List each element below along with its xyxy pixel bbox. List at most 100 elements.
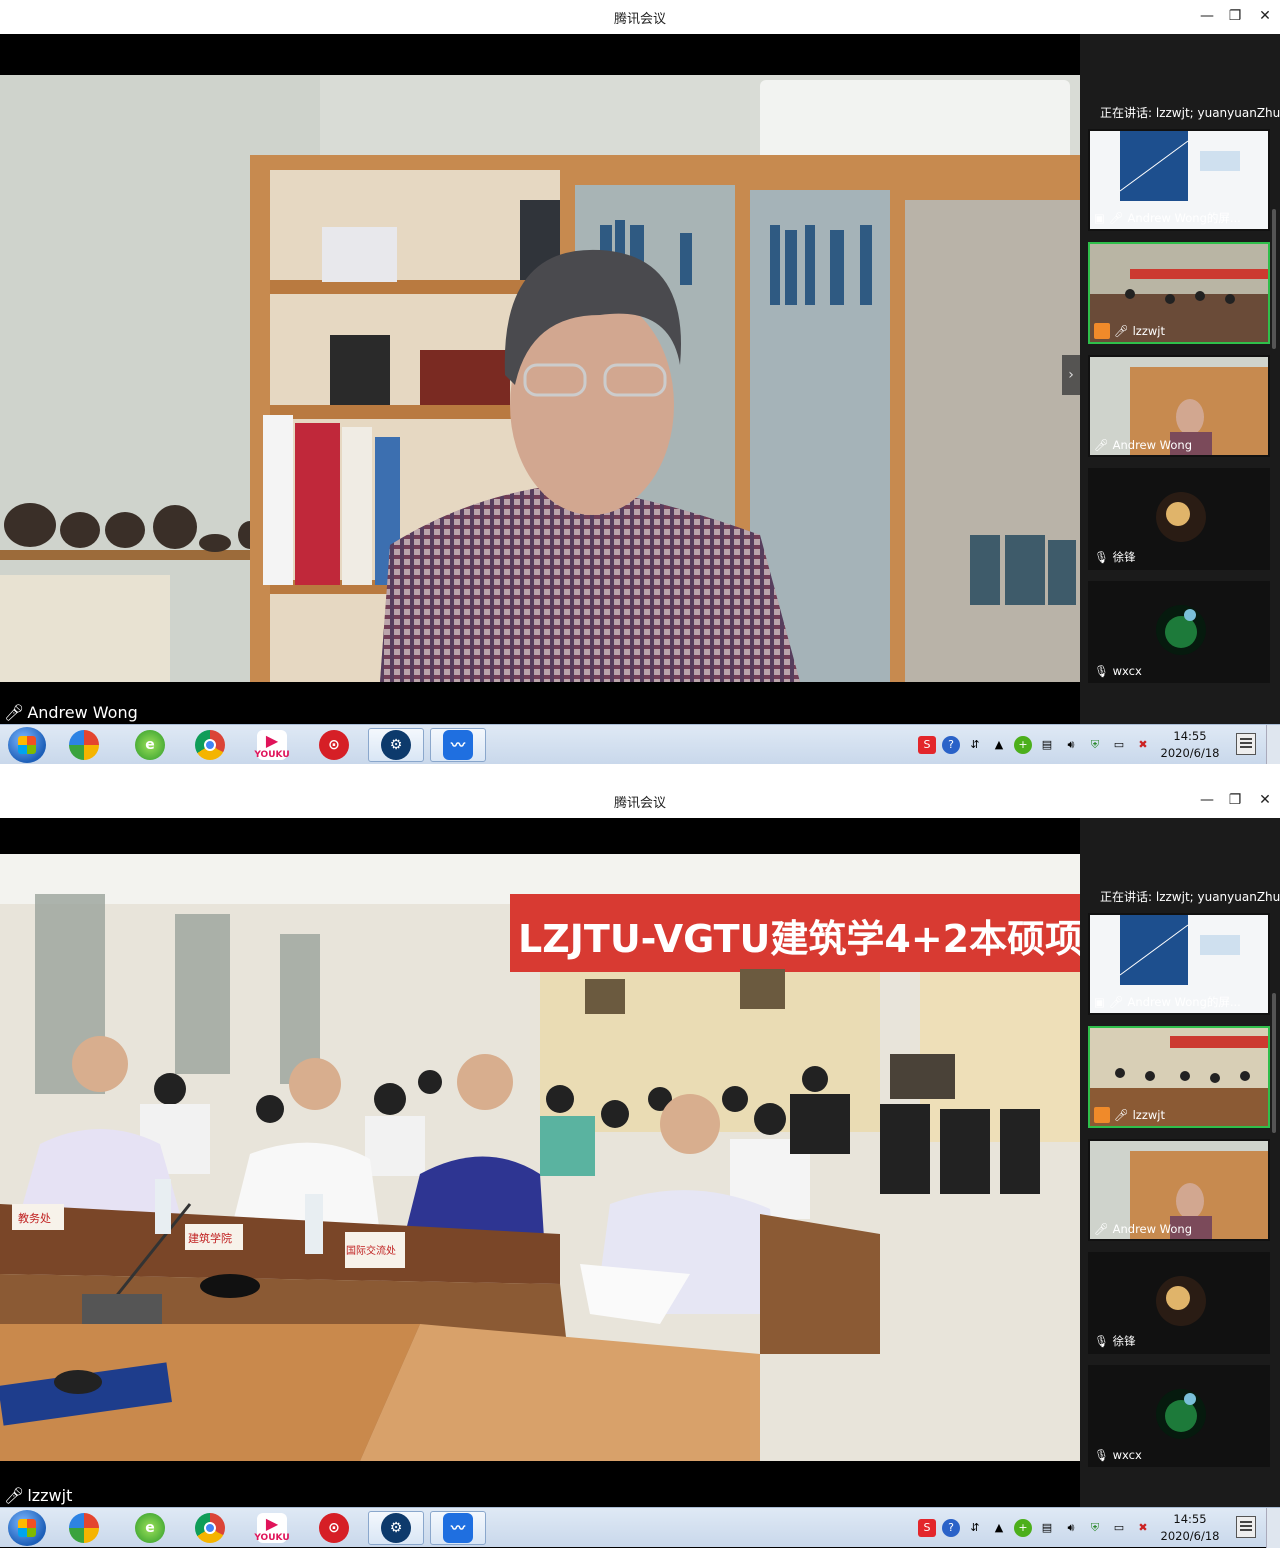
- speaking-indicator: 正在讲话: lzzwjt; yuanyuanZhu;: [1100, 890, 1280, 904]
- participant-sidebar: 正在讲话: lzzwjt; yuanyuanZhu; ▣ 🎤︎ Andrew Won…: [1080, 818, 1280, 1508]
- microphone-icon: 🎤︎: [4, 702, 25, 722]
- system-tray: S ? ⇵ ▲ + ▤ 🔊︎ ⛨ ▭ ✖: [918, 733, 1152, 757]
- system-clock[interactable]: 14:55 2020/6/18: [1160, 1511, 1220, 1545]
- speaking-indicator: 正在讲话: lzzwjt; yuanyuanZhu;: [1100, 106, 1280, 120]
- windows-logo-icon: [18, 736, 36, 754]
- security-plus-icon[interactable]: +: [1014, 1519, 1032, 1537]
- 360-browser-icon: e: [135, 730, 165, 760]
- window-title: 腾讯会议: [613, 796, 666, 811]
- meeting-screenshot-1: 腾讯会议 — ❐ ✕ › 🎤︎ Andrew Wong 正在讲话: lzzwjt…: [0, 0, 1280, 765]
- start-button[interactable]: [8, 1510, 46, 1546]
- taskbar-netease-music[interactable]: ⊙: [306, 728, 362, 762]
- participant-tile-wxcx[interactable]: 🎙︎ wxcx: [1088, 1365, 1270, 1467]
- placard-3: 国际交流处: [346, 1244, 396, 1257]
- microphone-icon: 🎤︎: [4, 1486, 25, 1505]
- participant-tile-lzzwjt[interactable]: 🎤︎ lzzwjt: [1088, 242, 1270, 344]
- youku-icon: ▶ YOUKU: [254, 1513, 290, 1543]
- close-button[interactable]: ✕: [1254, 790, 1276, 810]
- participant-tile-xufeng[interactable]: 🎙︎ 徐锋: [1088, 1252, 1270, 1354]
- restore-button[interactable]: ❐: [1224, 6, 1246, 26]
- participant-tile-andrew[interactable]: 🎤︎ Andrew Wong: [1088, 355, 1270, 457]
- taskbar-youku[interactable]: ▶ YOUKU: [244, 728, 300, 762]
- tencent-video-icon: ⚙: [381, 730, 411, 760]
- taskbar-tencent-meeting[interactable]: 〰: [430, 728, 486, 762]
- start-button[interactable]: [8, 727, 46, 763]
- main-video-conference-room[interactable]: LZJTU-VGTU建筑学4+2本硕项目宣讲会: [0, 854, 1088, 1461]
- taskbar-360-browser[interactable]: e: [122, 1511, 178, 1545]
- taskbar-chrome[interactable]: [182, 728, 238, 762]
- 360-browser-icon: e: [135, 1513, 165, 1543]
- tray-expand-icon[interactable]: ▲: [990, 1519, 1008, 1537]
- avatar: [1156, 605, 1206, 655]
- taskbar: e ▶ YOUKU ⊙ ⚙ 〰 S ? ⇵ ▲ + ▤ 🔊︎ ⛨ ▭ ✖ 14:5…: [0, 724, 1280, 765]
- participant-tile-wxcx[interactable]: 🎙︎ wxcx: [1088, 581, 1270, 683]
- help-icon[interactable]: ?: [942, 736, 960, 754]
- microphone-icon: 🎤︎: [1114, 1108, 1129, 1122]
- main-video-andrew[interactable]: [0, 75, 1080, 682]
- network-icon[interactable]: ▭: [1110, 1519, 1128, 1537]
- microphone-muted-icon: 🎙︎: [1094, 1334, 1109, 1348]
- tray-expand-icon[interactable]: ▲: [990, 736, 1008, 754]
- taskbar-360-browser[interactable]: e: [122, 728, 178, 762]
- sidebar-scrollbar[interactable]: [1272, 209, 1276, 349]
- avatar: [1156, 492, 1206, 542]
- microphone-icon: 🎤︎: [1108, 211, 1124, 225]
- netease-music-icon: ⊙: [319, 730, 349, 760]
- volume-icon[interactable]: 🔊︎: [1062, 1519, 1080, 1537]
- participant-tile-screen-share[interactable]: ▣ 🎤︎ Andrew Wong的屏...: [1088, 129, 1270, 231]
- avatar-icon: [1094, 1107, 1110, 1123]
- show-desktop-button[interactable]: [1266, 725, 1280, 765]
- taskbar-youku[interactable]: ▶ YOUKU: [244, 1511, 300, 1545]
- help-icon[interactable]: ?: [942, 1519, 960, 1537]
- participant-tile-andrew[interactable]: 🎤︎ Andrew Wong: [1088, 1139, 1270, 1241]
- netease-music-icon: ⊙: [319, 1513, 349, 1543]
- taskbar-tencent-video[interactable]: ⚙: [368, 1511, 424, 1545]
- action-center-icon[interactable]: [1236, 1516, 1256, 1538]
- expand-sidebar-button[interactable]: ›: [1062, 355, 1080, 395]
- network-error-icon[interactable]: ✖: [1134, 736, 1152, 754]
- participant-tile-xufeng[interactable]: 🎙︎ 徐锋: [1088, 468, 1270, 570]
- title-bar: 腾讯会议 — ❐ ✕: [0, 0, 1280, 34]
- close-button[interactable]: ✕: [1254, 6, 1276, 26]
- action-center-icon[interactable]: [1236, 733, 1256, 755]
- taskbar-netease-music[interactable]: ⊙: [306, 1511, 362, 1545]
- taskbar-chrome[interactable]: [182, 1511, 238, 1545]
- main-speaker-label: 🎤︎ lzzwjt: [4, 1486, 73, 1505]
- microphone-muted-icon: 🎙︎: [1094, 550, 1109, 564]
- avatar: [1156, 1276, 1206, 1326]
- participant-tile-screen-share[interactable]: ▣ 🎤︎ Andrew Wong的屏...: [1088, 913, 1270, 1015]
- minimize-button[interactable]: —: [1196, 790, 1218, 810]
- taskbar-tencent-meeting[interactable]: 〰: [430, 1511, 486, 1545]
- system-clock[interactable]: 14:55 2020/6/18: [1160, 728, 1220, 762]
- placard-2: 建筑学院: [188, 1231, 232, 1245]
- taskbar-tencent-video[interactable]: ⚙: [368, 728, 424, 762]
- network-error-icon[interactable]: ✖: [1134, 1519, 1152, 1537]
- taskbar-pinwheel-app[interactable]: [56, 1511, 112, 1545]
- chrome-icon: [195, 1513, 225, 1543]
- avatar: [1156, 1389, 1206, 1439]
- show-desktop-button[interactable]: [1266, 1508, 1280, 1548]
- sidebar-scrollbar[interactable]: [1272, 993, 1276, 1133]
- screenshot-divider: [0, 764, 1280, 784]
- ime-mode-icon[interactable]: ⇵: [966, 736, 984, 754]
- shield-icon[interactable]: ⛨: [1086, 1519, 1104, 1537]
- sogou-ime-icon[interactable]: S: [918, 1519, 936, 1537]
- microphone-icon: 🎤︎: [1108, 995, 1124, 1009]
- sogou-ime-icon[interactable]: S: [918, 736, 936, 754]
- participant-tile-lzzwjt[interactable]: 🎤︎ lzzwjt: [1088, 1026, 1270, 1128]
- security-plus-icon[interactable]: +: [1014, 736, 1032, 754]
- taskbar: e ▶ YOUKU ⊙ ⚙ 〰 S ? ⇵ ▲ + ▤ 🔊︎ ⛨ ▭ ✖ 14:5…: [0, 1507, 1280, 1548]
- restore-button[interactable]: ❐: [1224, 790, 1246, 810]
- clipboard-icon[interactable]: ▤: [1038, 1519, 1056, 1537]
- tencent-meeting-icon: 〰: [443, 730, 473, 760]
- network-icon[interactable]: ▭: [1110, 736, 1128, 754]
- window-title: 腾讯会议: [613, 12, 666, 27]
- shield-icon[interactable]: ⛨: [1086, 736, 1104, 754]
- minimize-button[interactable]: —: [1196, 6, 1218, 26]
- microphone-icon: 🎤︎: [1094, 438, 1109, 452]
- ime-mode-icon[interactable]: ⇵: [966, 1519, 984, 1537]
- clipboard-icon[interactable]: ▤: [1038, 736, 1056, 754]
- volume-icon[interactable]: 🔊︎: [1062, 736, 1080, 754]
- taskbar-pinwheel-app[interactable]: [56, 728, 112, 762]
- tencent-meeting-icon: 〰: [443, 1513, 473, 1543]
